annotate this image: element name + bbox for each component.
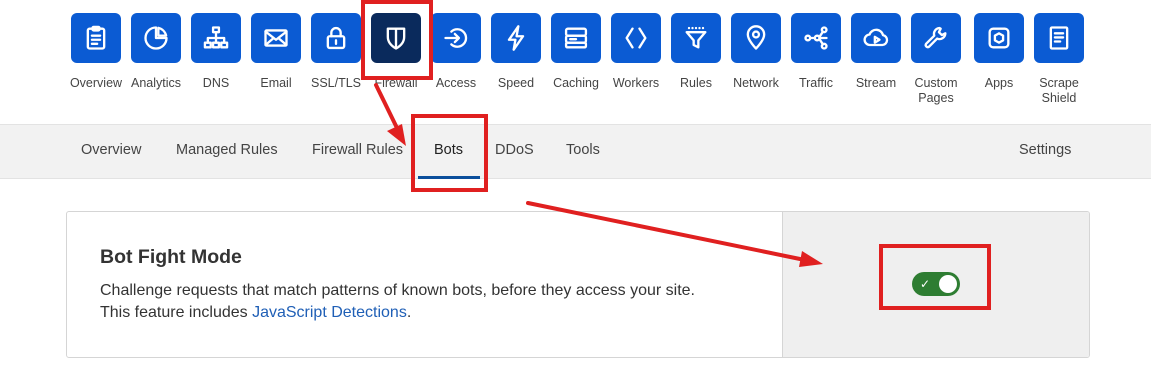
envelope-icon xyxy=(251,13,301,63)
nav-item-speed[interactable]: Speed xyxy=(486,13,546,91)
nav-item-ssl-tls[interactable]: SSL/TLS xyxy=(306,13,366,91)
tab-overview[interactable]: Overview xyxy=(81,142,141,158)
clipboard-icon xyxy=(71,13,121,63)
nav-item-label: Overview xyxy=(69,76,123,90)
nav-item-email[interactable]: Email xyxy=(246,13,306,91)
tab-firewall-rules[interactable]: Firewall Rules xyxy=(312,142,403,158)
javascript-detections-link[interactable]: JavaScript Detections xyxy=(252,304,407,321)
nav-item-scrape-shield[interactable]: Scrape Shield xyxy=(1029,13,1089,106)
product-icon-bar: Overview Analytics DNS Email SSL/TLS Fir… xyxy=(0,0,1151,124)
nav-item-dns[interactable]: DNS xyxy=(186,13,246,91)
code-chevrons-icon xyxy=(611,13,661,63)
nav-item-custom-pages[interactable]: Custom Pages xyxy=(906,13,966,106)
nav-item-label: Analytics xyxy=(130,76,182,90)
firewall-subnav: Overview Managed Rules Firewall Rules Bo… xyxy=(0,124,1151,179)
tab-managed-rules[interactable]: Managed Rules xyxy=(176,142,278,158)
nav-item-rules[interactable]: Rules xyxy=(666,13,726,91)
nav-item-stream[interactable]: Stream xyxy=(846,13,906,91)
hexagon-icon xyxy=(974,13,1024,63)
tab-tools[interactable]: Tools xyxy=(566,142,600,158)
lightning-icon xyxy=(491,13,541,63)
nav-item-label: Custom Pages xyxy=(914,76,958,105)
cloud-play-icon xyxy=(851,13,901,63)
funnel-icon xyxy=(671,13,721,63)
share-nodes-icon xyxy=(791,13,841,63)
nav-item-label: Rules xyxy=(680,76,712,90)
tab-bots[interactable]: Bots xyxy=(434,142,463,158)
nav-item-caching[interactable]: Caching xyxy=(546,13,606,91)
check-icon: ✓ xyxy=(920,277,931,291)
nav-item-overview[interactable]: Overview xyxy=(66,13,126,91)
nav-item-label: Traffic xyxy=(798,76,834,90)
bot-fight-mode-toggle[interactable]: ✓ xyxy=(912,272,960,296)
description-suffix: . xyxy=(406,304,412,321)
nav-item-label: Apps xyxy=(984,76,1014,90)
nav-item-label: Stream xyxy=(855,76,897,90)
nav-item-apps[interactable]: Apps xyxy=(969,13,1029,91)
nav-item-label: SSL/TLS xyxy=(310,76,362,90)
description-line-1: Challenge requests that match patterns o… xyxy=(100,282,695,299)
sitemap-icon xyxy=(191,13,241,63)
document-icon xyxy=(1034,13,1084,63)
nav-item-label: Access xyxy=(435,76,477,90)
sign-in-icon xyxy=(431,13,481,63)
nav-item-analytics[interactable]: Analytics xyxy=(126,13,186,91)
card-title: Bot Fight Mode xyxy=(100,246,242,268)
nav-item-label: Network xyxy=(733,76,779,90)
nav-item-label: Speed xyxy=(497,76,535,90)
nav-item-access[interactable]: Access xyxy=(426,13,486,91)
lock-icon xyxy=(311,13,361,63)
shield-icon xyxy=(371,13,421,63)
nav-item-label: Caching xyxy=(553,76,599,90)
nav-item-firewall[interactable]: Firewall xyxy=(366,13,426,91)
nav-item-label: DNS xyxy=(202,76,230,90)
nav-item-workers[interactable]: Workers xyxy=(606,13,666,91)
server-icon xyxy=(551,13,601,63)
settings-link[interactable]: Settings xyxy=(1019,142,1071,158)
pie-chart-icon xyxy=(131,13,181,63)
nav-item-network[interactable]: Network xyxy=(726,13,786,91)
nav-item-label: Email xyxy=(260,76,292,90)
active-tab-indicator xyxy=(418,176,480,179)
nav-item-label: Firewall xyxy=(374,76,418,90)
nav-item-traffic[interactable]: Traffic xyxy=(786,13,846,91)
description-prefix: This feature includes xyxy=(100,304,253,321)
nav-item-label: Workers xyxy=(612,76,660,90)
nav-item-label: Scrape Shield xyxy=(1039,76,1079,105)
wrench-icon xyxy=(911,13,961,63)
tab-ddos[interactable]: DDoS xyxy=(495,142,534,158)
toggle-knob xyxy=(939,275,957,293)
card-description: Challenge requests that match patterns o… xyxy=(100,280,760,324)
location-pin-icon xyxy=(731,13,781,63)
